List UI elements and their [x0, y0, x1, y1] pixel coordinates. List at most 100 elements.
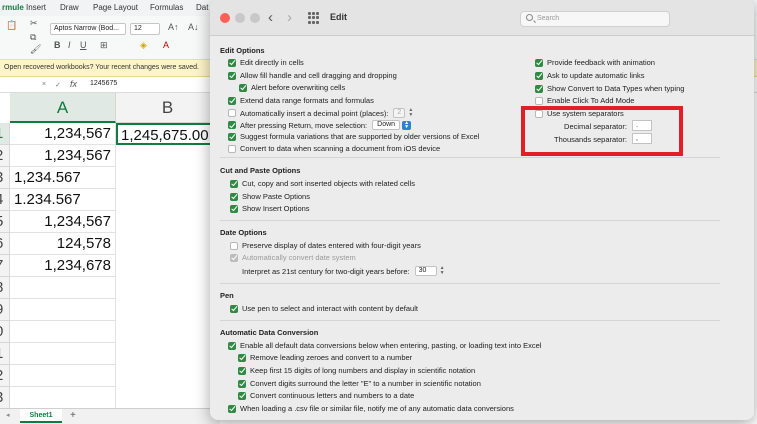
cut-icon[interactable]: ✂ — [30, 18, 38, 29]
zoom-window-button[interactable] — [250, 13, 260, 23]
cell-a5[interactable]: 1,234,567 — [10, 211, 116, 233]
option-move-after-return[interactable]: After pressing Return, move selection: D… — [228, 120, 412, 130]
ribbon-tab-insert[interactable]: Insert — [26, 3, 46, 12]
option-edit-directly[interactable]: Edit directly in cells — [228, 58, 304, 67]
checkbox[interactable] — [535, 71, 543, 80]
row-header[interactable]: 9 — [0, 299, 10, 321]
checkbox[interactable] — [535, 58, 543, 67]
font-color-icon[interactable]: A — [163, 40, 169, 50]
cell-a8[interactable] — [10, 277, 116, 299]
row-header[interactable]: 8 — [0, 277, 10, 299]
row-header[interactable]: 6 — [0, 233, 10, 255]
option-convert-scan[interactable]: Convert to data when scanning a document… — [228, 144, 440, 153]
function-icon[interactable]: fx — [70, 79, 77, 89]
row-header[interactable]: 7 — [0, 255, 10, 277]
fill-color-icon[interactable]: ◈ — [140, 40, 147, 51]
checkbox[interactable] — [228, 71, 236, 80]
cell-a4[interactable]: 1.234.567 — [10, 189, 116, 211]
cancel-entry-icon[interactable]: × — [42, 81, 46, 88]
option-four-digit-years[interactable]: Preserve display of dates entered with f… — [230, 241, 421, 250]
font-name-select[interactable]: Aptos Narrow (Bod... — [50, 23, 126, 35]
format-painter-icon[interactable]: 🖌 — [30, 44, 41, 55]
checkbox[interactable] — [228, 96, 236, 105]
row-header[interactable]: 4 — [0, 189, 10, 211]
move-direction-popup-icon[interactable]: ▲ ▼ — [402, 120, 412, 130]
checkbox[interactable] — [535, 96, 543, 105]
paste-icon[interactable]: 📋 — [6, 20, 17, 31]
decimal-places-field[interactable]: 2 — [393, 108, 406, 118]
forward-icon[interactable]: › — [287, 9, 292, 26]
cell-a1[interactable]: 1,234,567 — [10, 123, 116, 145]
cell-a7[interactable]: 1,234,678 — [10, 255, 116, 277]
cell-a6[interactable]: 124,578 — [10, 233, 116, 255]
option-show-insert[interactable]: Show Insert Options — [230, 204, 310, 213]
option-show-paste[interactable]: Show Paste Options — [230, 192, 310, 201]
option-click-to-add[interactable]: Enable Click To Add Mode — [535, 96, 634, 105]
borders-icon[interactable]: ⊞ — [100, 40, 108, 51]
row-header[interactable]: 2 — [0, 145, 10, 167]
checkbox[interactable] — [238, 379, 246, 388]
century-year-stepper[interactable]: ▲ ▼ — [439, 266, 446, 276]
row-header[interactable]: 0 — [0, 321, 10, 343]
option-update-links[interactable]: Ask to update automatic links — [535, 71, 645, 80]
close-window-button[interactable] — [220, 13, 230, 23]
option-auto-decimal[interactable]: Automatically insert a decimal point (pl… — [228, 108, 414, 118]
ribbon-tab-formulas[interactable]: Formulas — [150, 3, 183, 12]
decrease-font-icon[interactable]: A↓ — [188, 22, 199, 32]
option-suggest-formula[interactable]: Suggest formula variations that are supp… — [228, 132, 479, 141]
cell-a10[interactable] — [10, 321, 116, 343]
row-header[interactable]: 1 — [0, 123, 10, 145]
row-header[interactable]: 3 — [0, 387, 10, 409]
show-all-icon[interactable] — [308, 12, 320, 24]
option-cut-copy-sort[interactable]: Cut, copy and sort inserted objects with… — [230, 179, 415, 188]
increase-font-icon[interactable]: A↑ — [168, 22, 179, 32]
option-remove-leading-zeroes[interactable]: Remove leading zeroes and convert to a n… — [238, 353, 412, 362]
decimal-places-stepper[interactable]: ▲ ▼ — [407, 108, 414, 118]
checkbox[interactable] — [239, 83, 247, 92]
sheet-nav-icon[interactable]: ◂ — [6, 411, 10, 419]
option-extend-data-range[interactable]: Extend data range formats and formulas — [228, 96, 374, 105]
cell-a9[interactable] — [10, 299, 116, 321]
back-icon[interactable]: ‹ — [268, 9, 273, 26]
underline-icon[interactable]: U — [80, 40, 87, 50]
cell-a12[interactable] — [10, 365, 116, 387]
checkbox[interactable] — [228, 109, 236, 117]
column-header-a[interactable]: A — [10, 93, 116, 123]
checkbox[interactable] — [228, 404, 236, 413]
cell-a3[interactable]: 1,234.567 — [10, 167, 116, 189]
row-header[interactable]: 5 — [0, 211, 10, 233]
checkbox[interactable] — [230, 179, 238, 188]
option-feedback-animation[interactable]: Provide feedback with animation — [535, 58, 655, 67]
checkbox[interactable] — [230, 192, 238, 201]
option-alert-overwrite[interactable]: Alert before overwriting cells — [239, 83, 345, 92]
option-convert-e-notation[interactable]: Convert digits surround the letter "E" t… — [238, 379, 481, 388]
ribbon-tab-home[interactable]: rmule — [2, 3, 24, 12]
checkbox[interactable] — [228, 144, 236, 153]
move-direction-select[interactable]: Down — [372, 120, 401, 130]
checkbox[interactable] — [228, 341, 236, 350]
checkbox[interactable] — [238, 353, 246, 362]
checkbox[interactable] — [228, 58, 236, 67]
formula-input[interactable]: 1245675 — [90, 80, 117, 87]
row-header[interactable]: 1 — [0, 343, 10, 365]
confirm-entry-icon[interactable]: ✓ — [55, 81, 61, 89]
cell-a13[interactable] — [10, 387, 116, 409]
ribbon-tab-page-layout[interactable]: Page Layout — [93, 3, 138, 12]
checkbox[interactable] — [535, 84, 543, 93]
sheet-tab[interactable]: Sheet1 — [20, 409, 62, 423]
column-header-b[interactable]: B — [116, 93, 220, 123]
cell-a2[interactable]: 1,234,567 — [10, 145, 116, 167]
checkbox[interactable] — [228, 132, 236, 141]
option-keep-15-digits[interactable]: Keep first 15 digits of long numbers and… — [238, 366, 475, 375]
checkbox[interactable] — [228, 121, 236, 129]
cell-b1[interactable]: 1,245,675.00 — [116, 123, 220, 145]
option-csv-notify[interactable]: When loading a .csv file or similar file… — [228, 404, 514, 413]
option-convert-data-types[interactable]: Show Convert to Data Types when typing — [535, 84, 684, 93]
checkbox[interactable] — [230, 241, 238, 250]
cell-a11[interactable] — [10, 343, 116, 365]
copy-icon[interactable]: ⧉ — [30, 32, 36, 43]
option-convert-to-date[interactable]: Convert continuous letters and numbers t… — [238, 391, 414, 400]
bold-icon[interactable]: B — [54, 40, 61, 50]
ribbon-tab-draw[interactable]: Draw — [60, 3, 79, 12]
century-year-field[interactable]: 30 — [414, 266, 437, 276]
